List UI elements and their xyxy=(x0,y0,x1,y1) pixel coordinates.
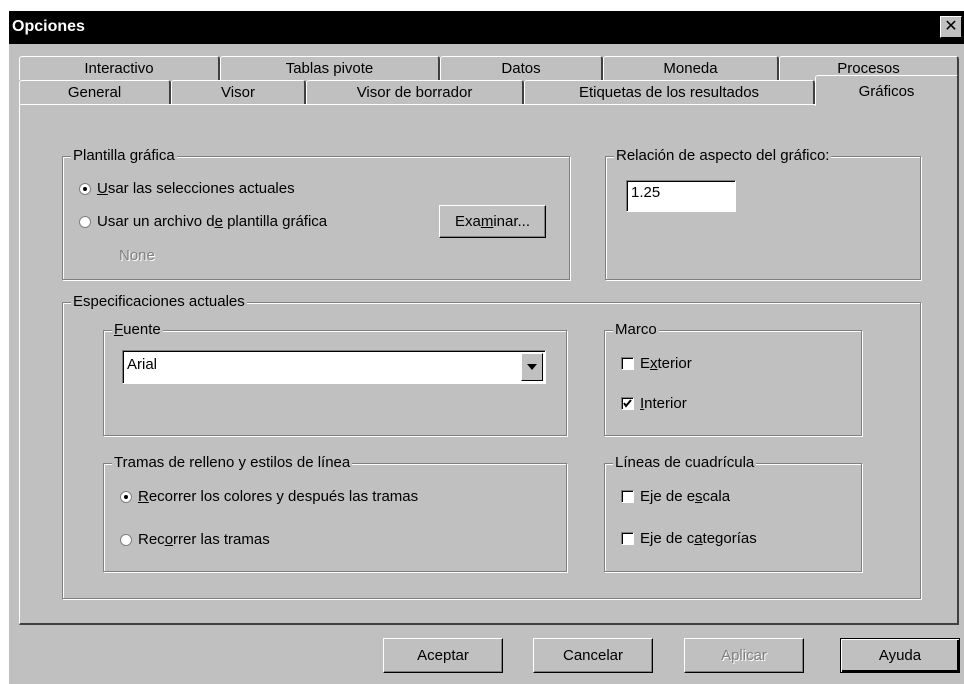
examinar-button[interactable]: Examinar... xyxy=(439,205,546,238)
checkbox[interactable] xyxy=(621,532,634,545)
aplicar-button[interactable]: Aplicar xyxy=(684,638,804,673)
option-label: Usar un archivo de plantilla gráfica xyxy=(97,213,328,230)
group-lineas-cuadricula: Líneas de cuadrícula Eje de escala Eje d… xyxy=(604,454,862,572)
button-label: Examinar... xyxy=(454,213,531,230)
tab-label: Etiquetas de los resultados xyxy=(578,84,760,101)
tab-visor-de-borrador[interactable]: Visor de borrador xyxy=(306,80,524,104)
ayuda-button[interactable]: Ayuda xyxy=(840,638,960,673)
option-label: Eje de escala xyxy=(640,488,731,505)
window-title: Opciones xyxy=(12,18,85,35)
close-button[interactable]: ✕ xyxy=(940,16,962,38)
checkbox[interactable] xyxy=(621,357,634,370)
check-icon xyxy=(623,399,632,408)
radio-button-checked[interactable] xyxy=(120,490,132,503)
tab-label: Visor de borrador xyxy=(356,84,473,101)
font-select[interactable]: Arial xyxy=(122,350,546,384)
aspect-ratio-input[interactable]: 1.25 xyxy=(626,180,736,212)
checkbox-exterior[interactable]: Exterior xyxy=(621,355,692,372)
tab-graficos[interactable]: Gráficos xyxy=(815,75,959,106)
options-dialog: Opciones ✕ Interactivo Tablas pivote Dat… xyxy=(9,11,964,684)
option-label: Recorrer los colores y después las trama… xyxy=(138,488,419,505)
checkbox-eje-escala[interactable]: Eje de escala xyxy=(621,488,730,505)
tab-visor[interactable]: Visor xyxy=(171,80,306,104)
group-label: Marco xyxy=(613,321,659,338)
radio-button-checked[interactable] xyxy=(79,182,91,195)
checkbox-checked[interactable] xyxy=(621,397,634,410)
option-label: Interior xyxy=(640,395,687,412)
checkbox[interactable] xyxy=(621,490,634,503)
tab-datos[interactable]: Datos xyxy=(440,56,603,80)
font-select-value: Arial xyxy=(127,356,158,373)
tab-panel-graficos: Plantilla gráfica Usar las selecciones a… xyxy=(19,104,959,625)
checkbox-interior[interactable]: Interior xyxy=(621,395,687,412)
radio-recorrer-colores[interactable]: Recorrer los colores y después las trama… xyxy=(120,488,418,505)
tab-label: Moneda xyxy=(663,60,718,77)
checkbox-eje-categorias[interactable]: Eje de categorías xyxy=(621,530,757,547)
font-dropdown-button[interactable] xyxy=(521,353,543,381)
tab-label: Tablas pivote xyxy=(285,60,374,77)
close-icon: ✕ xyxy=(944,18,958,35)
group-label: Fuente xyxy=(112,321,163,338)
group-label: Plantilla gráfica xyxy=(71,147,177,164)
group-tramas-relleno: Tramas de relleno y estilos de línea Rec… xyxy=(103,454,567,572)
title-bar[interactable]: Opciones ✕ xyxy=(9,11,964,44)
group-marco: Marco Exterior Interior xyxy=(604,321,862,436)
group-especificaciones-actuales: Especificaciones actuales Fuente Arial M… xyxy=(62,293,921,599)
cancelar-button[interactable]: Cancelar xyxy=(533,638,653,673)
group-label: Líneas de cuadrícula xyxy=(613,454,757,471)
aceptar-button[interactable]: Aceptar xyxy=(383,638,503,673)
group-relacion-aspecto: Relación de aspecto del gráfico: 1.25 xyxy=(605,147,921,280)
option-label: Exterior xyxy=(640,355,692,372)
radio-usar-selecciones-actuales[interactable]: Usar las selecciones actuales xyxy=(79,180,295,197)
radio-usar-archivo-plantilla[interactable]: Usar un archivo de plantilla gráfica xyxy=(79,213,327,230)
option-label: Usar las selecciones actuales xyxy=(97,180,295,197)
tab-moneda[interactable]: Moneda xyxy=(603,56,779,80)
tab-label: Interactivo xyxy=(84,60,154,77)
tab-general[interactable]: General xyxy=(19,80,171,104)
group-plantilla-grafica: Plantilla gráfica Usar las selecciones a… xyxy=(62,147,570,280)
radio-button[interactable] xyxy=(79,215,91,228)
tab-label: General xyxy=(67,84,122,101)
tab-label: Datos xyxy=(501,60,541,77)
chevron-down-icon xyxy=(527,364,537,370)
option-label: Recorrer las tramas xyxy=(138,531,270,548)
radio-recorrer-tramas[interactable]: Recorrer las tramas xyxy=(120,531,270,548)
tab-label: Gráficos xyxy=(858,82,915,100)
tab-label: Visor xyxy=(221,84,255,101)
group-label: Especificaciones actuales xyxy=(71,293,247,310)
group-label: Relación de aspecto del gráfico: xyxy=(614,147,832,164)
template-file-name: None xyxy=(119,247,155,264)
tab-interactivo[interactable]: Interactivo xyxy=(19,56,220,80)
group-label: Tramas de relleno y estilos de línea xyxy=(112,454,353,471)
tab-tablas-pivote[interactable]: Tablas pivote xyxy=(220,56,440,80)
tab-etiquetas-de-los-resultados[interactable]: Etiquetas de los resultados xyxy=(524,80,815,104)
group-fuente: Fuente Arial xyxy=(103,321,567,436)
option-label: Eje de categorías xyxy=(640,530,757,547)
radio-button[interactable] xyxy=(120,533,132,546)
